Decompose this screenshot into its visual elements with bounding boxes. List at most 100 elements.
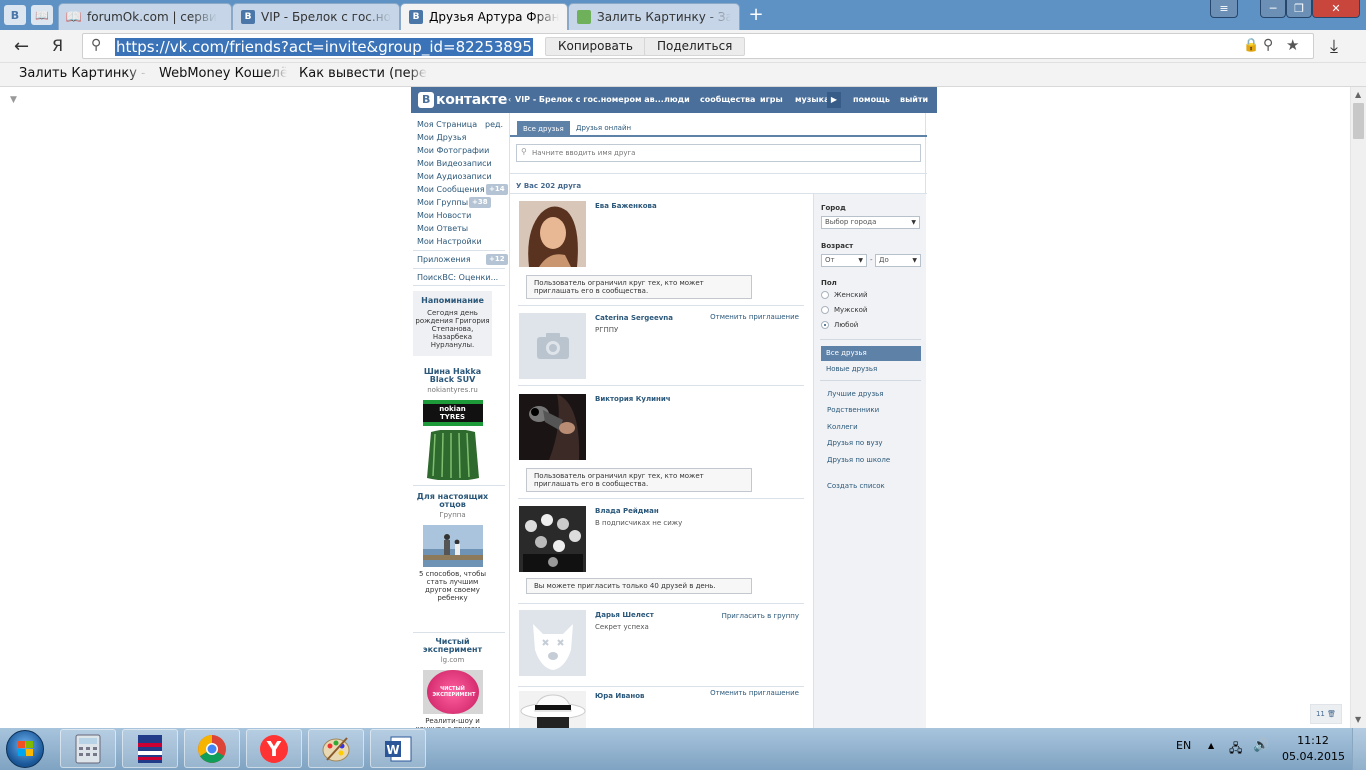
page-counter[interactable]: 11 🗑 <box>1310 704 1342 724</box>
ad-block-nokian[interactable]: Шина Hakka Black SUV nokiantyres.ru noki… <box>413 368 492 480</box>
new-tab-plus-icon[interactable]: + <box>746 5 766 25</box>
share-button[interactable]: Поделиться <box>644 37 746 56</box>
menu-my-groups[interactable]: Мои Группы <box>417 198 468 207</box>
list-best-friends[interactable]: Лучшие друзья <box>827 390 884 398</box>
pinned-tab-book[interactable]: 📖 <box>31 5 53 25</box>
list-all-friends[interactable]: Все друзья <box>821 346 921 361</box>
start-button[interactable] <box>6 730 44 768</box>
header-group-link[interactable]: VIP - Брелок с гос.номером ав... <box>515 95 664 104</box>
tab-upload-picture[interactable]: Залить Картинку - За <box>568 3 740 30</box>
friend-avatar[interactable] <box>519 201 586 267</box>
close-button[interactable]: ✕ <box>1312 0 1360 18</box>
friend-name[interactable]: Дарья Шелест <box>595 611 654 619</box>
zoom-icon[interactable]: ⚲ <box>1263 37 1273 53</box>
menu-apps[interactable]: Приложения <box>417 255 471 264</box>
radio-any[interactable] <box>821 321 829 329</box>
yandex-logo-icon[interactable]: Я <box>52 36 63 55</box>
friend-name[interactable]: Юра Иванов <box>595 692 644 700</box>
menu-my-messages[interactable]: Мои Сообщения <box>417 185 485 194</box>
menu-my-videos[interactable]: Мои Видеозаписи <box>417 159 492 168</box>
cancel-invite-link[interactable]: Отменить приглашение <box>710 313 799 321</box>
address-field[interactable]: ⚲ https://vk.com/friends?act=invite&grou… <box>82 33 1314 59</box>
ad-block-fathers[interactable]: Для настоящих отцов Группа 5 способов, ч… <box>413 493 492 603</box>
radio-female-label[interactable]: Женский <box>834 291 868 299</box>
friend-avatar[interactable] <box>519 610 586 676</box>
pinned-tab-vk[interactable]: В <box>4 5 26 25</box>
taskbar-chrome[interactable] <box>184 729 240 768</box>
scroll-up-arrow-icon[interactable]: ▲ <box>1355 90 1361 99</box>
tab-vip-brelok[interactable]: В VIP - Брелок с гос.ном <box>232 3 400 30</box>
radio-any-label[interactable]: Любой <box>834 321 858 329</box>
collapse-arrow-icon[interactable]: ▼ <box>10 95 17 105</box>
nav-people[interactable]: люди <box>664 95 690 104</box>
menu-my-audio[interactable]: Мои Аудиозаписи <box>417 172 492 181</box>
nav-help[interactable]: помощь <box>853 95 890 104</box>
menu-my-friends[interactable]: Мои Друзья <box>417 133 466 142</box>
age-to-select[interactable]: До ▼ <box>875 254 921 267</box>
maximize-button[interactable]: ❐ <box>1286 0 1312 18</box>
menu-my-answers[interactable]: Мои Ответы <box>417 224 468 233</box>
friend-avatar[interactable] <box>519 313 586 379</box>
friend-avatar[interactable] <box>519 506 586 572</box>
bookmark-item[interactable]: Залить Картинку - З <box>19 66 147 81</box>
network-icon[interactable]: 🖧 <box>1229 739 1242 760</box>
ad-block-lg[interactable]: Чистый эксперимент lg.com ЧИСТЫЙ ЭКСПЕРИ… <box>413 638 492 729</box>
nav-music[interactable]: музыка <box>795 95 829 104</box>
bookmark-item[interactable]: WebMoney Кошелё <box>159 66 287 81</box>
back-arrow-icon[interactable]: ← <box>14 36 29 57</box>
taskbar-calculator[interactable] <box>60 729 116 768</box>
lock-icon[interactable]: 🔒 <box>1243 38 1259 53</box>
ad-image-fathers[interactable] <box>422 525 483 567</box>
age-from-select[interactable]: От ▼ <box>821 254 867 267</box>
list-relatives[interactable]: Родственники <box>827 406 879 414</box>
volume-icon[interactable]: 🔊 <box>1253 738 1269 753</box>
menu-my-settings[interactable]: Мои Настройки <box>417 237 482 246</box>
scroll-down-arrow-icon[interactable]: ▼ <box>1355 715 1361 724</box>
birthday-reminder[interactable]: Напоминание Сегодня день рождения Григор… <box>413 291 492 356</box>
tray-expand-arrow-icon[interactable]: ▲ <box>1208 741 1214 750</box>
ad-image-tyre[interactable]: nokian TYRES <box>422 400 483 480</box>
taskbar-word[interactable]: W <box>370 729 426 768</box>
vertical-scrollbar[interactable]: ▲ ▼ <box>1350 87 1366 728</box>
radio-male[interactable] <box>821 306 829 314</box>
friend-name[interactable]: Ева Баженкова <box>595 202 657 210</box>
ad-image-lg[interactable]: ЧИСТЫЙ ЭКСПЕРИМЕНТ <box>422 670 483 714</box>
radio-male-label[interactable]: Мужской <box>834 306 867 314</box>
nav-games[interactable]: игры <box>760 95 783 104</box>
friend-avatar[interactable] <box>519 691 586 728</box>
groups-badge[interactable]: +38 <box>469 197 491 208</box>
show-desktop-button[interactable] <box>1352 728 1366 770</box>
chevron-left-icon[interactable]: ‹ <box>508 95 511 104</box>
language-indicator[interactable]: EN <box>1176 739 1191 752</box>
friend-search-input[interactable]: ⚲ Начните вводить имя друга <box>516 144 921 162</box>
tab-all-friends[interactable]: Все друзья <box>517 121 570 137</box>
city-select[interactable]: Выбор города ▼ <box>821 216 920 229</box>
list-school-friends[interactable]: Друзья по школе <box>827 456 890 464</box>
menu-lines-icon[interactable]: ≡ <box>1210 0 1238 18</box>
cancel-invite-link[interactable]: Отменить приглашение <box>710 689 799 697</box>
list-university-friends[interactable]: Друзья по вузу <box>827 439 883 447</box>
tab-forumok[interactable]: 📖 forumOk.com | серви <box>58 3 232 30</box>
menu-app-item[interactable]: ПоискВС: Оценки... <box>417 273 498 282</box>
create-list-link[interactable]: Создать список <box>827 482 885 490</box>
tab-friends-active[interactable]: В Друзья Артура Франк <box>400 3 568 30</box>
menu-my-news[interactable]: Мои Новости <box>417 211 471 220</box>
bookmark-star-icon[interactable]: ★ <box>1286 36 1299 54</box>
chevron-right-icon[interactable]: ▶ <box>827 92 841 108</box>
menu-my-photos[interactable]: Мои Фотографии <box>417 146 489 155</box>
url-text[interactable]: https://vk.com/friends?act=invite&group_… <box>115 38 533 56</box>
list-colleagues[interactable]: Коллеги <box>827 423 858 431</box>
scrollbar-thumb[interactable] <box>1353 103 1364 139</box>
menu-my-page[interactable]: Моя Страница <box>417 120 477 129</box>
copy-button[interactable]: Копировать <box>545 37 646 56</box>
invite-to-group-link[interactable]: Пригласить в группу <box>722 612 799 620</box>
minimize-button[interactable]: ─ <box>1260 0 1286 18</box>
nav-logout[interactable]: выйти <box>900 95 928 104</box>
radio-female[interactable] <box>821 291 829 299</box>
nav-communities[interactable]: сообщества <box>700 95 755 104</box>
friend-name[interactable]: Влада Рейдман <box>595 507 659 515</box>
messages-badge[interactable]: +14 <box>486 184 508 195</box>
list-new-friends[interactable]: Новые друзья <box>826 365 877 373</box>
menu-edit-link[interactable]: ред. <box>485 120 503 129</box>
system-clock[interactable]: 11:12 05.04.2015 <box>1282 733 1345 765</box>
